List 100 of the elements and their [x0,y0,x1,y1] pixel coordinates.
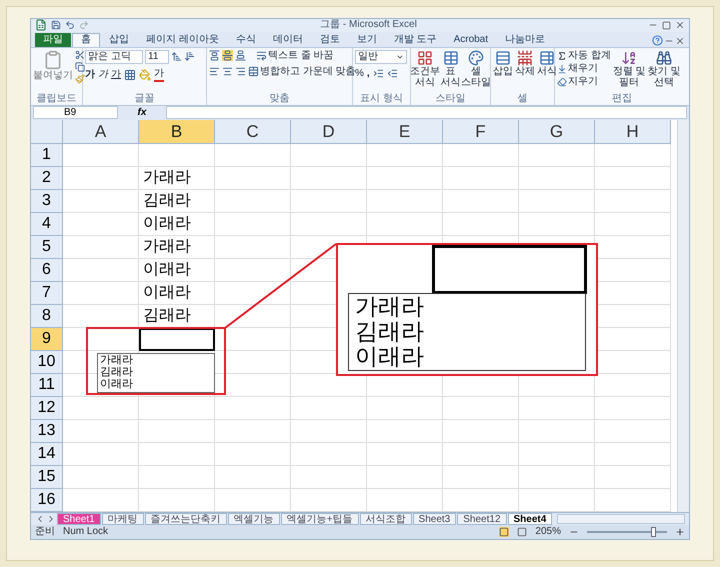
formula-field[interactable] [166,106,687,120]
column-header[interactable]: B [139,120,215,144]
ribbon-tab[interactable]: 데이터 [264,32,311,47]
row-header[interactable]: 2 [31,167,63,190]
format-table-icon [539,50,555,66]
function-icon[interactable]: fx [122,106,162,119]
cell-button[interactable]: 삽입 [493,50,513,78]
column-header[interactable]: D [291,120,367,144]
name-box[interactable]: B9 [33,106,118,120]
close-icon[interactable] [675,36,685,46]
fill-button[interactable]: 채우기 [557,62,611,75]
align-left-icon[interactable] [209,66,220,78]
percent-button[interactable]: % [355,68,364,80]
bold-button[interactable]: 가 [85,68,95,81]
row-header[interactable]: 4 [31,213,63,236]
group-label: 맞춤 [270,92,290,104]
row-header[interactable]: 3 [31,190,63,214]
ribbon-tab[interactable]: 나눔마로 [497,32,554,47]
ribbon-tab[interactable]: 수식 [228,32,264,47]
column-header[interactable]: A [63,120,139,144]
cut-icon[interactable] [75,50,85,60]
page-layout-icon[interactable] [517,527,528,538]
style-button[interactable]: 표 서식 [439,50,462,88]
sheet-tab[interactable]: 마케팅 [102,513,144,526]
row-header[interactable]: 12 [31,397,63,420]
font-size-field[interactable]: 11 [145,50,169,64]
sheet-tab[interactable]: Sheet4 [508,513,552,526]
ribbon-tab[interactable]: 검토 [312,32,348,47]
sheet-tab[interactable]: Sheet12 [457,513,507,526]
ribbon-tab[interactable]: 홈 [72,32,100,47]
sheet-tab[interactable]: 서식조합 [360,513,412,526]
zoom-in-icon[interactable] [675,527,685,538]
align-middle-icon[interactable] [222,50,233,62]
excel-logo-icon [35,19,47,32]
column-header[interactable]: G [519,120,595,144]
row-header[interactable]: 8 [31,305,63,328]
shrink-font-icon[interactable] [184,51,195,62]
find-select-button[interactable]: 찾기 및 선택 [648,50,680,88]
list-option[interactable]: 이래라 [100,378,212,390]
horizontal-scrollbar[interactable] [557,514,685,524]
align-top-icon[interactable] [209,50,220,62]
row-header[interactable]: 5 [31,236,63,260]
copy-icon[interactable] [75,62,85,72]
help-icon[interactable] [652,34,663,46]
row-header[interactable]: 14 [31,443,63,466]
ribbon-tab[interactable]: Acrobat [446,32,496,47]
align-center-icon[interactable] [222,66,233,78]
align-right-icon[interactable] [235,66,246,78]
zoom-thumb[interactable] [650,527,656,538]
wrap-text-button[interactable]: 텍스트 줄 바꿈 [256,50,334,62]
cell-button[interactable]: 삭제 [515,50,535,78]
align-bottom-icon[interactable] [235,50,246,62]
grow-font-icon[interactable] [171,51,182,62]
row-header[interactable]: 6 [31,259,63,282]
vertical-scrollbar[interactable] [677,120,689,512]
status-mode: 준비 [35,526,55,538]
underline-button[interactable]: 가 [111,68,121,81]
row-header[interactable]: 7 [31,282,63,306]
italic-button[interactable]: 가 [98,68,108,81]
style-button[interactable]: 셀 스타일 [464,50,488,88]
sort-filter-button[interactable]: 정렬 및 필터 [612,50,646,88]
comma-button[interactable]: , [366,68,370,80]
column-header[interactable]: C [215,120,291,144]
sheet-tab[interactable]: Sheet3 [412,513,456,526]
list-option[interactable]: 가래라 [100,354,212,366]
sheet-tab[interactable]: 즐겨쓰는단축키 [144,513,227,526]
row-header[interactable]: 1 [31,144,63,168]
sheet-tab[interactable]: Sheet1 [57,513,101,526]
font-color-button[interactable]: 가 [154,68,164,82]
normal-view-icon[interactable] [499,527,510,538]
row-header[interactable]: 13 [31,420,63,444]
row-header[interactable]: 15 [31,466,63,490]
row-header[interactable]: 11 [31,374,63,398]
save-icon[interactable] [51,20,61,30]
paste-button[interactable]: 붙여넣기 [33,50,73,82]
column-header[interactable]: E [367,120,443,144]
autosum-button[interactable]: 자동 합계 [557,50,611,62]
undo-icon[interactable] [65,20,75,30]
number-format-field[interactable]: 일반 [355,50,407,64]
font-name-field[interactable]: 맑은 고딕 [85,50,143,64]
ribbon-tab[interactable]: 개발 도구 [386,32,445,47]
list-option[interactable]: 김래라 [100,366,212,378]
close-icon[interactable] [675,20,685,30]
row-header[interactable]: 9 [31,328,63,352]
style-button[interactable]: 조건부 서식 [413,50,437,88]
ribbon-tab[interactable]: 보기 [348,32,385,47]
column-header[interactable]: H [595,120,671,144]
ribbon-tab[interactable]: 삽입 [101,32,137,47]
column-header[interactable]: F [443,120,519,144]
row-header[interactable]: 16 [31,489,63,512]
file-tab[interactable]: 파일 [35,32,71,47]
sheet-tab[interactable]: 엑셀기능 [228,513,280,526]
clear-button[interactable]: 지우기 [557,76,611,88]
cell-button[interactable]: 서식 [537,50,557,78]
merge-center-button[interactable]: 병합하고 가운데 맞춤 [248,66,356,78]
ribbon-tab[interactable]: 페이지 레이아웃 [138,32,227,47]
sheet-tab[interactable]: 엑셀기능+팁들 [280,513,359,526]
maximize-icon[interactable] [662,20,671,30]
borders-icon[interactable] [124,68,136,81]
row-header[interactable]: 10 [31,351,63,374]
